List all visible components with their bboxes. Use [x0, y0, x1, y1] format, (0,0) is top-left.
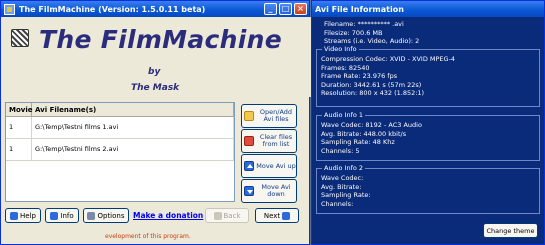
audio1-sampling: Sampling Rate: 48 Khz	[321, 138, 395, 146]
info-label: Info	[60, 211, 74, 220]
help-label: Help	[20, 211, 36, 220]
video-frame-rate: Frame Rate: 23.976 fps	[321, 72, 398, 80]
back-label: Back	[223, 211, 241, 220]
info-titlebar[interactable]: Avi File Information	[312, 1, 544, 17]
clear-icon	[244, 136, 254, 146]
help-button[interactable]: Help	[5, 208, 41, 223]
maximize-button[interactable]: □	[279, 3, 292, 15]
cell-movie: 1	[6, 139, 32, 160]
logo-area: The FilmMachine by The Mask	[1, 17, 311, 97]
audio2-channels: Channels:	[321, 199, 354, 208]
video-codec: Compression Codec: XVID - XVID MPEG-4	[321, 55, 456, 63]
open-add-avi-label: Open/Add Avi files	[259, 108, 293, 123]
move-up-button[interactable]: Move Avi up	[241, 154, 297, 178]
clear-files-button[interactable]: Clear files from list	[241, 129, 297, 153]
audio-info-2-title: Audio Info 2	[322, 164, 366, 172]
clear-files-label: Clear files from list	[259, 133, 293, 148]
bottom-toolbar: Help Info Options Make a donation Back N…	[5, 208, 305, 224]
help-icon	[10, 211, 19, 220]
table-row[interactable]: 1 G:\Temp\Testni films 2.avi	[6, 139, 234, 161]
change-theme-button[interactable]: Change theme	[483, 223, 538, 238]
cell-filename: G:\Temp\Testni films 2.avi	[32, 139, 234, 160]
options-button[interactable]: Options	[83, 208, 129, 223]
close-button[interactable]: ×	[294, 3, 307, 15]
logo-by: by	[148, 67, 161, 77]
info-icon	[50, 211, 59, 220]
header-movie[interactable]: Movie	[6, 103, 33, 116]
video-duration: Duration: 3442.61 s (57m 22s)	[321, 80, 422, 89]
audio-info-2-group: Audio Info 2 Wave Codec: Avg. Bitrate: S…	[316, 164, 540, 214]
file-summary: Filename: ********** .avi Filesize: 700.…	[318, 20, 419, 46]
move-down-label: Move Avi down	[261, 183, 291, 198]
options-icon	[87, 211, 96, 220]
video-info-group: Video Info Compression Codec: XVID - XVI…	[316, 45, 540, 107]
filename-line: Filename: ********** .avi	[324, 20, 404, 28]
logo-author: The Mask	[131, 83, 180, 93]
avi-info-window: Avi File Information Filename: *********…	[311, 0, 545, 245]
donate-link[interactable]: Make a donation	[133, 211, 203, 220]
move-up-label: Move Avi up	[256, 161, 296, 170]
main-titlebar[interactable]: The FilmMachine (Version: 1.5.0.11 beta)…	[1, 1, 309, 17]
audio1-channels: Channels: 5	[321, 146, 360, 155]
back-arrow-icon	[213, 211, 222, 220]
header-filename[interactable]: Avi Filename(s)	[32, 103, 234, 116]
app-icon	[4, 3, 15, 15]
options-label: Options	[97, 211, 125, 220]
minimize-button[interactable]: _	[264, 3, 277, 15]
video-info-title: Video Info	[322, 45, 359, 53]
main-window-title: The FilmMachine (Version: 1.5.0.11 beta)	[19, 4, 206, 14]
audio-info-1-title: Audio Info 1	[322, 111, 366, 119]
table-row[interactable]: 1 G:\Temp\Testni films 1.avi	[6, 117, 234, 139]
arrow-down-icon	[244, 186, 254, 196]
audio2-bitrate: Avg. Bitrate:	[321, 182, 362, 191]
video-resolution: Resolution: 800 x 432 (1.852:1)	[321, 89, 425, 97]
next-button[interactable]: Next	[255, 208, 299, 223]
audio2-codec: Wave Codec:	[321, 174, 364, 182]
folder-icon	[244, 111, 254, 121]
next-label: Next	[263, 211, 281, 220]
back-button[interactable]: Back	[205, 208, 249, 223]
next-arrow-icon	[282, 211, 291, 220]
arrow-up-icon	[244, 161, 254, 171]
film-icon	[11, 29, 29, 47]
avi-file-grid[interactable]: Movie Avi Filename(s) 1 G:\Temp\Testni f…	[5, 102, 235, 202]
open-add-avi-button[interactable]: Open/Add Avi files	[241, 104, 297, 128]
info-button[interactable]: Info	[45, 208, 79, 223]
move-down-button[interactable]: Move Avi down	[241, 179, 297, 203]
filesize-line: Filesize: 700.6 MB	[324, 28, 383, 37]
scrolling-footer-text: evelopment of this program.	[105, 233, 191, 240]
audio1-codec: Wave Codec: 8192 - AC3 Audio	[321, 121, 422, 129]
audio2-sampling: Sampling Rate:	[321, 191, 371, 199]
cell-movie: 1	[6, 117, 32, 138]
logo-title: The FilmMachine	[39, 25, 282, 54]
audio1-bitrate: Avg. Bitrate: 448.00 kbit/s	[321, 129, 407, 138]
audio-info-1-group: Audio Info 1 Wave Codec: 8192 - AC3 Audi…	[316, 111, 540, 161]
cell-filename: G:\Temp\Testni films 1.avi	[32, 117, 234, 138]
filmmachine-window: The FilmMachine (Version: 1.5.0.11 beta)…	[0, 0, 311, 245]
grid-header: Movie Avi Filename(s)	[6, 103, 234, 117]
video-frames: Frames: 82540	[321, 63, 370, 72]
info-window-title: Avi File Information	[315, 4, 404, 14]
